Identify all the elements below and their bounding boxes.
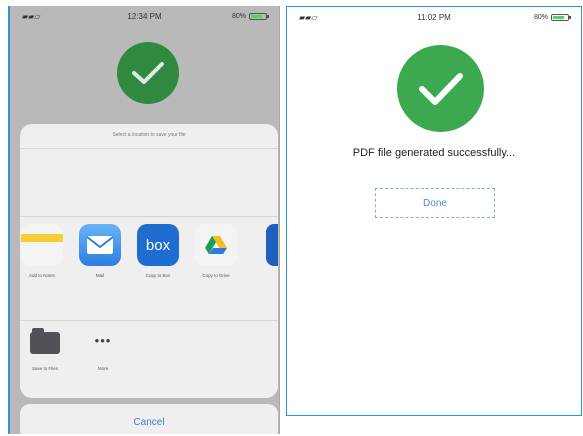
sheet-divider (20, 148, 278, 149)
envelope-icon (86, 236, 114, 254)
app-label: Copy to Drive (202, 273, 230, 278)
app-label: Add to Notes (28, 273, 55, 278)
share-sheet-caption: Select a location to save your file (112, 132, 186, 138)
done-button[interactable]: Done (375, 188, 495, 218)
app-add-to-notes[interactable]: Add to Notes (16, 224, 68, 278)
status-time: 11:02 PM (417, 12, 451, 22)
share-sheet: Select a location to save your file Add … (20, 124, 278, 398)
app-label: Mail (95, 273, 105, 278)
mail-icon (79, 224, 121, 266)
action-label: Save to Files (31, 366, 58, 371)
sheet-divider (20, 320, 278, 321)
partial-app-icon (266, 224, 278, 266)
share-action-row: Save to Files ••• More (20, 326, 278, 386)
right-status-bar: ▰▰▱ 11:02 PM 80% (287, 7, 581, 27)
battery-icon (551, 13, 571, 21)
more-icon: ••• (94, 333, 112, 348)
app-copy-to-box[interactable]: box Copy to Box (132, 224, 184, 278)
action-label: More (97, 366, 109, 371)
checkmark-icon (418, 72, 463, 105)
success-message: PDF file generated successfully... (352, 147, 516, 159)
right-phone-screen: ▰▰▱ 11:02 PM 80% PDF file generated succ… (286, 6, 582, 416)
success-check-icon (397, 45, 484, 132)
action-more[interactable]: ••• More (78, 326, 128, 371)
left-status-bar: ▰▰▱ 12:34 PM 80% (10, 6, 279, 26)
cancel-button[interactable]: Cancel (20, 404, 278, 434)
app-partial[interactable] (266, 224, 278, 266)
google-drive-icon (205, 236, 227, 254)
app-copy-to-drive[interactable]: Copy to Drive (190, 224, 242, 278)
screenshot-canvas: ▰▰▱ 12:34 PM 80% Select a location to sa… (0, 0, 583, 436)
action-save-to-files[interactable]: Save to Files (20, 326, 70, 371)
app-label: Copy to Box (145, 273, 171, 278)
sheet-divider (20, 216, 278, 217)
left-phone-screen: ▰▰▱ 12:34 PM 80% Select a location to sa… (8, 6, 280, 434)
box-icon: box (137, 224, 179, 266)
checkmark-icon (132, 62, 164, 84)
app-mail[interactable]: Mail (74, 224, 126, 278)
battery-icon (249, 12, 269, 20)
drive-icon (195, 224, 237, 266)
share-app-row: Add to Notes Mail box Copy to Box Copy t… (20, 224, 278, 304)
notes-icon (21, 224, 63, 266)
success-check-icon (117, 42, 179, 104)
folder-icon (30, 326, 60, 356)
status-time: 12:34 PM (127, 11, 162, 21)
